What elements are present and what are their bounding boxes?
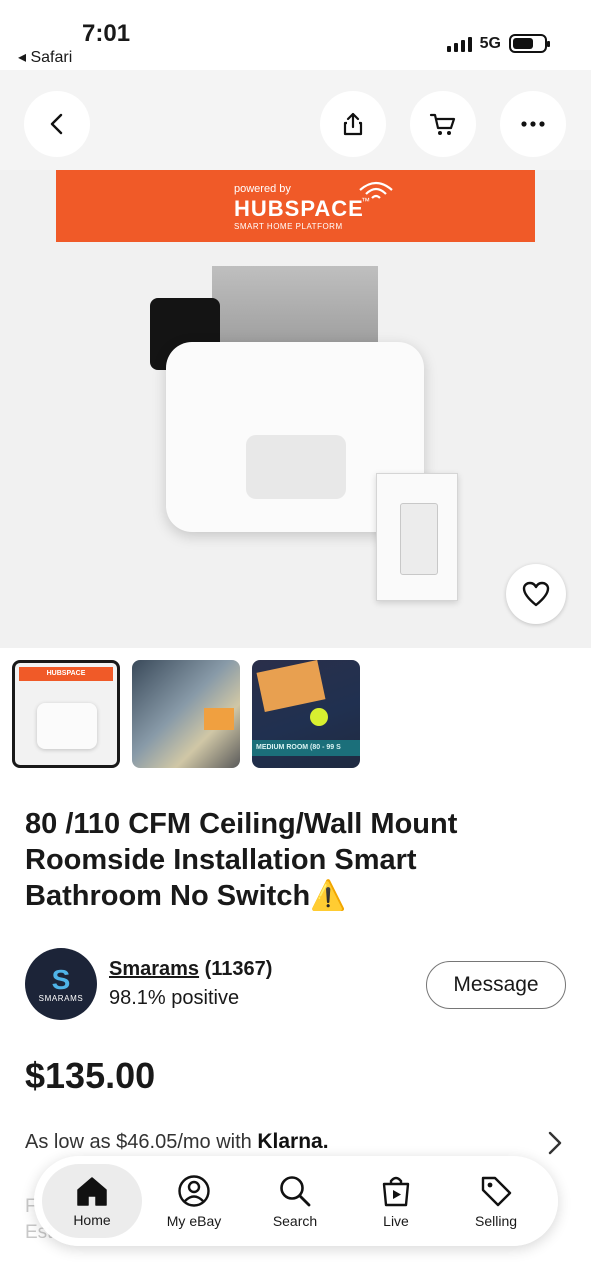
heart-icon [522,581,550,607]
tab-selling[interactable]: Selling [446,1164,546,1238]
hubspace-banner: powered by HUBSPACE ™ SMART HOME PLATFOR… [56,170,535,242]
listing-title: 80 /110 CFM Ceiling/Wall Mount Roomside … [25,808,458,912]
thumbnail-green-dot [310,708,328,726]
tab-my-ebay-label: My eBay [166,1212,222,1229]
signal-icon [446,36,472,52]
cart-button[interactable] [410,91,476,157]
tab-my-ebay[interactable]: My eBay [144,1164,244,1238]
user-circle-icon [178,1174,210,1207]
tab-home[interactable]: Home [42,1164,142,1238]
seller-avatar-text: SMARAMS [38,993,84,1003]
seller-name-link[interactable]: Smarams [109,958,199,980]
thumbnail-label-sticker [204,708,234,730]
cart-icon [429,113,456,135]
item-price: $135.00 [25,1055,156,1096]
share-icon [343,112,363,136]
thumbnail-2[interactable] [132,660,240,768]
back-to-safari-link[interactable]: ◂ Safari [18,47,72,67]
message-button[interactable]: Message [426,961,566,1009]
live-bag-icon [382,1176,410,1206]
tab-live-label: Live [383,1212,409,1229]
status-indicators: 5G [446,34,550,53]
thumbnail-strip: HUBSPACE MEDIUM ROOM (80 - 99 S [12,660,360,768]
klarna-logo: Klarna. [257,1130,329,1153]
search-icon [280,1175,311,1206]
chevron-right-icon[interactable] [547,1130,563,1156]
thumbnail-banner: HUBSPACE [19,667,113,681]
banner-subtitle: SMART HOME PLATFORM [234,222,343,231]
bottom-tab-bar: Home My eBay Search Live Selling [34,1156,558,1246]
tag-icon [481,1176,512,1206]
seller-info[interactable]: Smarams (11367) [109,958,272,981]
thumbnail-3[interactable]: MEDIUM ROOM (80 - 99 S [252,660,360,768]
more-horizontal-icon [521,121,545,127]
fan-center-cover [246,435,346,499]
tab-live[interactable]: Live [346,1164,446,1238]
network-type: 5G [479,34,501,52]
product-image[interactable]: powered by HUBSPACE ™ SMART HOME PLATFOR… [0,170,591,648]
share-button[interactable] [320,91,386,157]
watch-button[interactable] [506,564,566,624]
thumbnail-strip-text: MEDIUM ROOM (80 - 99 S [256,744,341,751]
thumbnail-banner-text: HUBSPACE [46,670,86,677]
tab-search[interactable]: Search [245,1164,345,1238]
back-button[interactable] [24,91,90,157]
thumbnail-box-strip: MEDIUM ROOM (80 - 99 S [252,740,360,756]
status-time: 7:01 [82,20,131,47]
tab-search-label: Search [272,1212,318,1229]
banner-trademark: ™ [361,196,370,206]
seller-avatar[interactable]: S SMARAMS [25,948,97,1020]
seller-avatar-initial: S [51,963,71,995]
more-button[interactable] [500,91,566,157]
battery-icon [509,34,550,53]
seller-positive-rating: 98.1% positive [109,987,240,1009]
home-icon [77,1176,107,1206]
thumbnail-orange-sticker [256,660,326,713]
top-nav [0,70,591,170]
banner-powered-by: powered by [234,183,291,195]
thumbnail-fan [37,703,97,749]
wall-control-switch [400,503,438,575]
financing-row[interactable]: As low as $46.05/mo with Klarna. [25,1130,329,1154]
tab-home-label: Home [73,1211,111,1228]
status-bar: 7:01 ◂ Safari 5G [0,0,591,70]
chevron-left-icon [50,113,63,135]
thumbnail-1[interactable]: HUBSPACE [12,660,120,768]
tab-selling-label: Selling [474,1212,518,1229]
seller-feedback-count: (11367) [204,958,273,980]
banner-brand: HUBSPACE [234,196,364,221]
financing-text: As low as $46.05/mo with [25,1131,252,1153]
